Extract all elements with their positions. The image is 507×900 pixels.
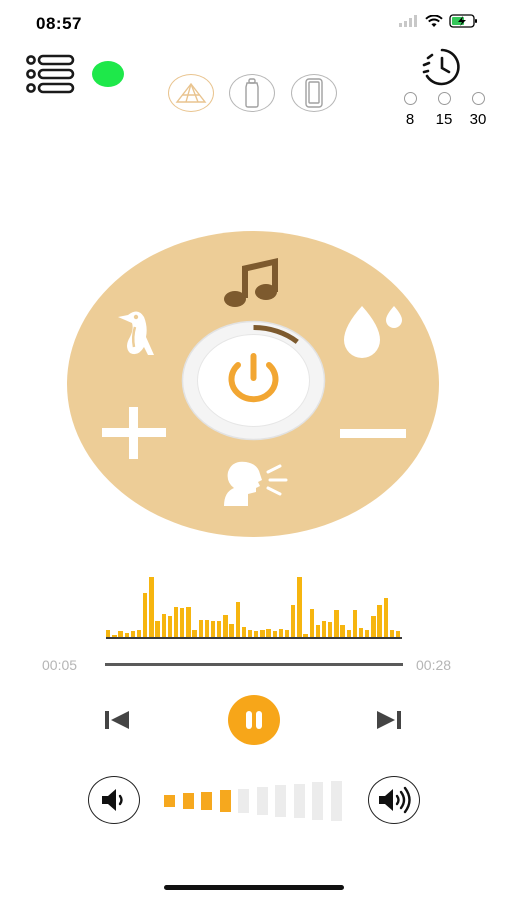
timer-radio[interactable] bbox=[471, 92, 485, 105]
waveform-bar bbox=[173, 607, 179, 638]
bird-icon bbox=[118, 311, 154, 355]
waveform-bar bbox=[161, 614, 166, 638]
waveform-bar bbox=[291, 605, 296, 638]
power-ring bbox=[181, 320, 326, 441]
waveform-bar bbox=[315, 624, 321, 638]
waveform-bar bbox=[223, 614, 228, 638]
wifi-icon bbox=[425, 14, 443, 27]
volume-segment[interactable] bbox=[219, 790, 231, 812]
timer-label: 30 bbox=[469, 111, 487, 128]
timer-label: 15 bbox=[435, 111, 453, 128]
volume-segment[interactable] bbox=[293, 783, 305, 819]
volume-down-button[interactable] bbox=[88, 776, 140, 824]
tent-mode-button[interactable] bbox=[168, 74, 214, 112]
waveform-bar bbox=[377, 605, 382, 638]
connection-indicator bbox=[92, 61, 124, 87]
water-button[interactable] bbox=[340, 302, 404, 360]
waveform-bar bbox=[352, 609, 358, 638]
total-time: 00:28 bbox=[416, 657, 452, 673]
waveform-bar bbox=[297, 576, 302, 638]
waveform-bar bbox=[155, 620, 160, 638]
waveform-bar bbox=[229, 623, 234, 638]
waveform-baseline bbox=[106, 637, 402, 639]
plus-icon bbox=[102, 407, 166, 459]
timer-label: 8 bbox=[405, 111, 415, 128]
pause-button[interactable] bbox=[228, 695, 280, 745]
waveform-bar bbox=[321, 620, 327, 638]
timer-radio[interactable] bbox=[437, 92, 451, 105]
minus-icon bbox=[340, 429, 406, 438]
waveform-bar bbox=[180, 607, 185, 638]
volume-up-icon bbox=[379, 786, 411, 814]
waveform-bar bbox=[198, 619, 203, 638]
volume-segment[interactable] bbox=[330, 780, 342, 822]
voice-button[interactable] bbox=[218, 458, 290, 508]
water-drop-icon bbox=[344, 306, 402, 358]
music-button[interactable] bbox=[222, 254, 284, 310]
bird-button[interactable] bbox=[112, 303, 158, 361]
skip-next-icon bbox=[377, 711, 401, 729]
volume-up-button[interactable] bbox=[368, 776, 420, 824]
plus-button[interactable] bbox=[102, 407, 166, 459]
skip-previous-icon bbox=[105, 711, 129, 729]
waveform bbox=[106, 572, 402, 640]
seek-bar[interactable] bbox=[105, 663, 403, 666]
bottle-mode-button[interactable] bbox=[229, 74, 275, 112]
timer-option-8[interactable]: 8 bbox=[395, 92, 425, 128]
waveform-bar bbox=[204, 619, 210, 638]
previous-button[interactable] bbox=[100, 706, 134, 734]
waveform-bar bbox=[210, 620, 216, 638]
list-menu-icon bbox=[26, 54, 75, 94]
waveform-bar bbox=[328, 622, 333, 638]
signal-icon bbox=[399, 15, 417, 27]
tent-icon bbox=[175, 82, 207, 103]
waveform-bar bbox=[383, 598, 388, 638]
volume-segment[interactable] bbox=[164, 795, 175, 807]
power-button[interactable] bbox=[181, 320, 326, 441]
home-indicator bbox=[164, 885, 344, 890]
waveform-bar bbox=[371, 616, 376, 638]
volume-down-icon bbox=[102, 789, 123, 811]
phone-mode-button[interactable] bbox=[291, 74, 337, 112]
voice-icon bbox=[224, 461, 288, 506]
volume-segment[interactable] bbox=[238, 788, 249, 814]
waveform-bar bbox=[235, 601, 240, 638]
waveform-bar bbox=[167, 616, 173, 638]
waveform-bar bbox=[186, 607, 191, 638]
volume-segment[interactable] bbox=[275, 785, 286, 817]
waveform-bar bbox=[309, 609, 314, 638]
waveform-bar bbox=[340, 624, 345, 638]
volume-segment[interactable] bbox=[312, 782, 323, 820]
next-button[interactable] bbox=[372, 706, 406, 734]
timer-option-15[interactable]: 15 bbox=[429, 92, 459, 128]
timer-icon bbox=[422, 48, 460, 86]
phone-icon bbox=[305, 78, 323, 108]
timer-radio[interactable] bbox=[403, 92, 417, 105]
pause-icon bbox=[246, 711, 262, 729]
waveform-bar bbox=[143, 593, 148, 638]
timer-option-30[interactable]: 30 bbox=[463, 92, 493, 128]
volume-level[interactable] bbox=[164, 778, 344, 822]
battery-charging-icon bbox=[449, 14, 477, 28]
waveform-bar bbox=[149, 576, 154, 638]
volume-segment[interactable] bbox=[182, 793, 194, 809]
waveform-bar bbox=[217, 620, 222, 638]
status-indicators bbox=[399, 14, 479, 28]
volume-segment[interactable] bbox=[256, 787, 268, 815]
music-note-icon bbox=[224, 258, 278, 307]
volume-segment[interactable] bbox=[201, 791, 212, 811]
elapsed-time: 00:05 bbox=[42, 657, 78, 673]
timer-button[interactable] bbox=[418, 46, 466, 88]
status-time: 08:57 bbox=[36, 14, 82, 33]
waveform-bar bbox=[334, 609, 339, 638]
menu-button[interactable] bbox=[24, 54, 76, 96]
bottle-icon bbox=[245, 78, 259, 108]
minus-button[interactable] bbox=[340, 427, 406, 439]
